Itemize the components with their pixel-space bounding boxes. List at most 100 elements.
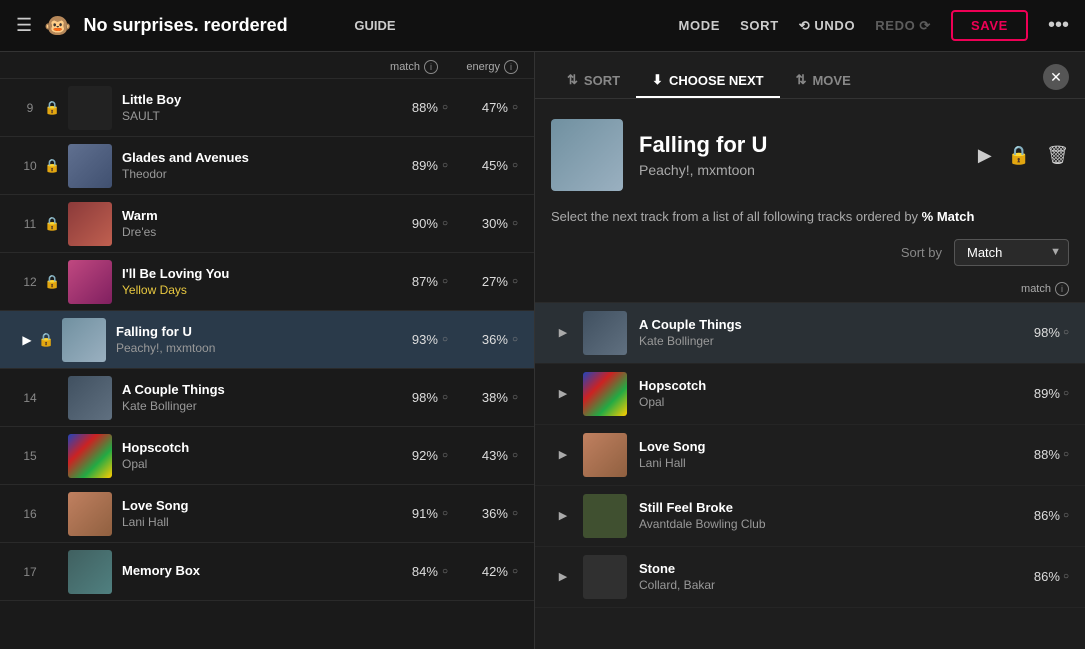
candidate-track-match: 86%○ — [1009, 569, 1069, 584]
sort-by-row: Sort by MatchEnergyTempoDanceability ▼ — [535, 239, 1085, 278]
track-art — [68, 260, 112, 304]
track-number: 17 — [16, 565, 44, 579]
current-track-info: Falling for U Peachy!, mxmtoon — [639, 132, 962, 178]
candidate-track-title: Still Feel Broke — [639, 500, 1009, 515]
candidate-track-artist: Kate Bollinger — [639, 334, 1009, 348]
track-row[interactable]: 14 A Couple Things Kate Bollinger 98%○ 3… — [0, 369, 534, 427]
play-button[interactable]: ▶ — [978, 145, 992, 166]
candidate-track-row[interactable]: ▶ A Couple Things Kate Bollinger 98%○ — [535, 303, 1085, 364]
track-artist: Peachy!, mxmtoon — [116, 341, 368, 355]
candidate-track-info: Love Song Lani Hall — [639, 439, 1009, 470]
track-number: 12 — [16, 275, 44, 289]
column-headers: match i energy i — [0, 52, 534, 79]
candidate-track-title: Stone — [639, 561, 1009, 576]
candidate-track-row[interactable]: ▶ Still Feel Broke Avantdale Bowling Clu… — [535, 486, 1085, 547]
candidate-track-row[interactable]: ▶ Love Song Lani Hall 88%○ — [535, 425, 1085, 486]
candidate-track-match: 88%○ — [1009, 447, 1069, 462]
energy-indicator-icon: ○ — [512, 392, 518, 403]
track-energy: 42%○ — [448, 564, 518, 579]
track-row[interactable]: 17 Memory Box 84%○ 42%○ — [0, 543, 534, 601]
track-match: 90%○ — [368, 216, 448, 231]
track-info: Little Boy SAULT — [122, 92, 368, 123]
candidate-play-button[interactable]: ▶ — [551, 565, 575, 589]
candidate-track-match: 98%○ — [1009, 325, 1069, 340]
candidate-track-info: Still Feel Broke Avantdale Bowling Club — [639, 500, 1009, 531]
energy-info-icon[interactable]: i — [504, 60, 518, 74]
candidate-track-info: A Couple Things Kate Bollinger — [639, 317, 1009, 348]
track-row[interactable]: 15 Hopscotch Opal 92%○ 43%○ — [0, 427, 534, 485]
playing-indicator[interactable]: ▶ — [16, 329, 38, 351]
tab-sort[interactable]: ⇅ SORT — [551, 64, 636, 98]
close-button[interactable]: ✕ — [1043, 64, 1069, 90]
tab-choose-next[interactable]: ⬇ CHOOSE NEXT — [636, 64, 780, 98]
candidate-track-title: Hopscotch — [639, 378, 1009, 393]
track-row[interactable]: ▶ 🔒 Falling for U Peachy!, mxmtoon 93%○ … — [0, 311, 534, 369]
candidate-track-art — [583, 372, 627, 416]
track-row[interactable]: 12 🔒 I'll Be Loving You Yellow Days 87%○… — [0, 253, 534, 311]
track-number: 16 — [16, 507, 44, 521]
menu-icon[interactable]: ☰ — [16, 15, 32, 36]
sort-button[interactable]: SORT — [740, 18, 779, 33]
track-title: I'll Be Loving You — [122, 266, 368, 281]
candidate-play-button[interactable]: ▶ — [551, 321, 575, 345]
lock-icon[interactable]: 🔒 — [44, 100, 64, 116]
track-number: 10 — [16, 159, 44, 173]
delete-button[interactable]: 🗑 — [1046, 145, 1069, 166]
track-number: 9 — [16, 101, 44, 115]
current-track-detail: Falling for U Peachy!, mxmtoon ▶ 🔒 🗑 — [535, 99, 1085, 207]
mode-button[interactable]: MODE — [678, 18, 720, 33]
tab-move[interactable]: ⇅ MOVE — [780, 64, 867, 98]
energy-indicator-icon: ○ — [512, 160, 518, 171]
right-match-info-icon[interactable]: i — [1055, 282, 1069, 296]
candidate-play-button[interactable]: ▶ — [551, 443, 575, 467]
lock-icon[interactable]: 🔒 — [44, 216, 64, 232]
redo-button[interactable]: REDO ⟳ — [875, 18, 931, 34]
lock-icon[interactable]: 🔒 — [38, 332, 58, 348]
sort-select[interactable]: MatchEnergyTempoDanceability — [954, 239, 1069, 266]
lock-icon[interactable]: 🔒 — [44, 274, 64, 290]
more-icon[interactable]: ••• — [1048, 14, 1069, 37]
match-info-icon[interactable]: i — [424, 60, 438, 74]
track-info: Love Song Lani Hall — [122, 498, 368, 529]
current-track-title: Falling for U — [639, 132, 962, 158]
track-match: 84%○ — [368, 564, 448, 579]
track-row[interactable]: 9 🔒 Little Boy SAULT 88%○ 47%○ — [0, 79, 534, 137]
candidate-play-button[interactable]: ▶ — [551, 504, 575, 528]
track-title: Love Song — [122, 498, 368, 513]
track-row[interactable]: 11 🔒 Warm Dre'es 90%○ 30%○ — [0, 195, 534, 253]
track-info: A Couple Things Kate Bollinger — [122, 382, 368, 413]
track-artist: Theodor — [122, 167, 368, 181]
candidate-track-row[interactable]: ▶ Stone Collard, Bakar 86%○ — [535, 547, 1085, 608]
candidate-play-button[interactable]: ▶ — [551, 382, 575, 406]
candidate-track-title: A Couple Things — [639, 317, 1009, 332]
lock-icon[interactable]: 🔒 — [44, 158, 64, 174]
candidate-match-icon: ○ — [1063, 449, 1069, 460]
track-info: Warm Dre'es — [122, 208, 368, 239]
track-energy: 27%○ — [448, 274, 518, 289]
right-match-col-header: match i — [1021, 282, 1069, 296]
candidate-match-icon: ○ — [1063, 388, 1069, 399]
sort-select-wrapper: MatchEnergyTempoDanceability ▼ — [954, 239, 1069, 266]
track-title: Little Boy — [122, 92, 368, 107]
track-row[interactable]: 16 Love Song Lani Hall 91%○ 36%○ — [0, 485, 534, 543]
current-track-art — [551, 119, 623, 191]
save-button[interactable]: SAVE — [951, 10, 1028, 41]
undo-button[interactable]: ⟲ UNDO — [799, 18, 855, 34]
candidate-track-art — [583, 494, 627, 538]
track-artist: Opal — [122, 457, 368, 471]
guide-button[interactable]: GUIDE — [342, 14, 407, 37]
lock-button[interactable]: 🔒 — [1008, 145, 1030, 166]
candidate-track-row[interactable]: ▶ Hopscotch Opal 89%○ — [535, 364, 1085, 425]
track-match: 92%○ — [368, 448, 448, 463]
sort-by-label: Sort by — [901, 245, 942, 260]
energy-indicator-icon: ○ — [512, 276, 518, 287]
track-row[interactable]: 10 🔒 Glades and Avenues Theodor 89%○ 45%… — [0, 137, 534, 195]
candidate-track-info: Stone Collard, Bakar — [639, 561, 1009, 592]
energy-indicator-icon: ○ — [512, 102, 518, 113]
track-info: Falling for U Peachy!, mxmtoon — [116, 324, 368, 355]
match-col-header: match i — [358, 60, 438, 74]
track-art — [68, 144, 112, 188]
track-info: Hopscotch Opal — [122, 440, 368, 471]
energy-indicator-icon: ○ — [512, 334, 518, 345]
right-column-header: match i — [535, 278, 1085, 303]
